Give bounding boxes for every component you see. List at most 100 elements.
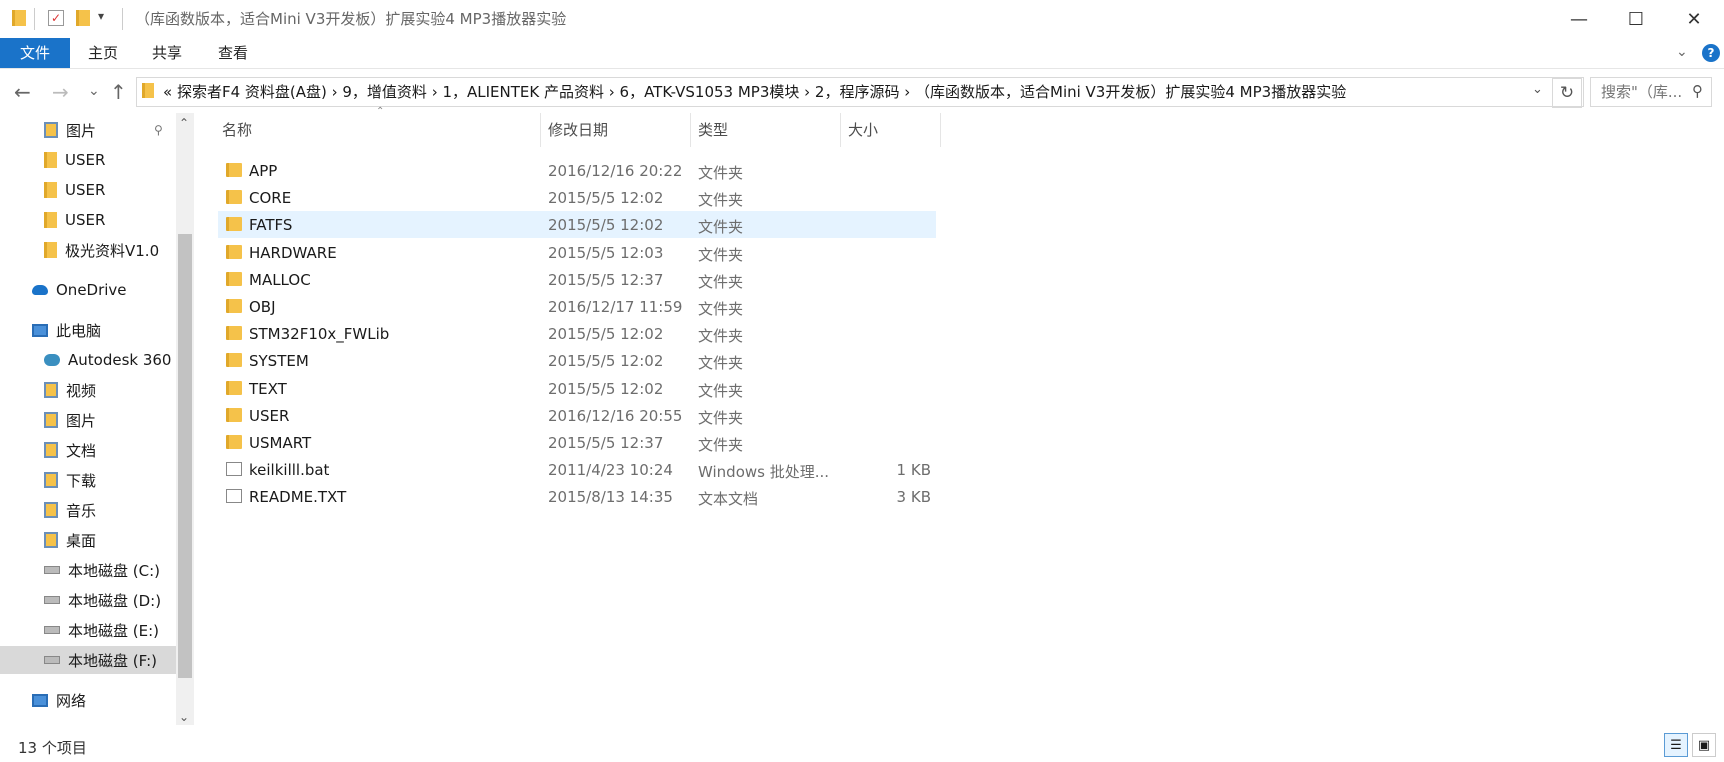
file-row[interactable]: MALLOC 2015/5/5 12:37 文件夹	[218, 266, 936, 293]
file-name: keilkilll.bat	[249, 461, 330, 480]
column-divider[interactable]	[940, 113, 941, 147]
tab-view[interactable]: 查看	[204, 38, 262, 68]
file-row[interactable]: OBJ 2016/12/17 11:59 文件夹	[218, 293, 936, 320]
nav-item[interactable]: 下载	[0, 466, 176, 494]
file-type: 文件夹	[698, 327, 744, 346]
window-title: （库函数版本，适合Mini V3开发板）扩展实验4 MP3播放器实验	[135, 10, 567, 28]
text-file-icon	[226, 489, 242, 504]
file-row[interactable]: USMART 2015/5/5 12:37 文件夹	[218, 429, 936, 456]
column-name[interactable]: 名称	[222, 113, 252, 147]
column-divider[interactable]	[690, 113, 691, 147]
nav-item[interactable]: 文档	[0, 436, 176, 464]
address-path[interactable]: « 探索者F4 资料盘(A盘) › 9，增值资料 › 1，ALIENTEK 产品…	[163, 81, 1346, 102]
file-type: 文件夹	[698, 408, 744, 427]
help-icon[interactable]: ?	[1702, 44, 1720, 62]
column-divider[interactable]	[540, 113, 541, 147]
maximize-button[interactable]: ☐	[1607, 0, 1665, 38]
folder-icon	[226, 353, 242, 368]
properties-icon[interactable]: ✓	[48, 10, 64, 26]
file-row[interactable]: STM32F10x_FWLib 2015/5/5 12:02 文件夹	[218, 320, 936, 347]
close-button[interactable]: ✕	[1665, 0, 1723, 38]
folder-icon	[226, 271, 242, 286]
file-row[interactable]: SYSTEM 2015/5/5 12:02 文件夹	[218, 347, 936, 374]
file-type: 文件夹	[698, 436, 744, 454]
address-dropdown-icon[interactable]: ⌄	[1532, 82, 1543, 97]
up-button[interactable]: ↑	[110, 80, 127, 104]
batch-file-icon	[226, 462, 242, 477]
folder-icon	[226, 217, 242, 232]
forward-button[interactable]: →	[52, 80, 69, 104]
folder-icon	[44, 242, 57, 258]
back-button[interactable]: ←	[14, 80, 31, 104]
folder-icon	[12, 10, 26, 26]
file-name: HARDWARE	[249, 243, 337, 262]
file-type: 文件夹	[698, 191, 744, 210]
nav-item[interactable]: 此电脑	[0, 316, 176, 344]
file-row[interactable]: CORE 2015/5/5 12:02 文件夹	[218, 184, 936, 211]
search-box[interactable]: ⚲	[1590, 77, 1712, 107]
nav-item[interactable]: 桌面	[0, 526, 176, 554]
column-date[interactable]: 修改日期	[548, 113, 608, 147]
column-divider[interactable]	[840, 113, 841, 147]
folder-icon	[44, 152, 57, 168]
nav-item-label: 此电脑	[56, 321, 102, 340]
ribbon-expand-icon[interactable]: ⌄	[1676, 44, 1688, 60]
nav-item[interactable]: 本地磁盘 (D:)	[0, 586, 176, 614]
nav-item[interactable]: 极光资料V1.0	[0, 236, 176, 264]
folder-icon	[44, 182, 57, 198]
pictures-icon	[44, 122, 58, 138]
nav-item[interactable]: USER	[0, 206, 176, 234]
file-row[interactable]: FATFS 2015/5/5 12:02 文件夹	[218, 211, 936, 239]
new-folder-icon[interactable]	[76, 10, 90, 26]
nav-scroll-thumb[interactable]	[178, 234, 192, 678]
details-view-icon[interactable]: ☰	[1664, 733, 1688, 757]
large-icons-view-icon[interactable]: ▣	[1692, 733, 1716, 757]
nav-item[interactable]: 网络	[0, 686, 176, 714]
tab-share[interactable]: 共享	[138, 38, 196, 68]
file-row[interactable]: HARDWARE 2015/5/5 12:03 文件夹	[218, 239, 936, 266]
column-type[interactable]: 类型	[698, 113, 728, 147]
nav-item[interactable]: USER	[0, 146, 176, 174]
file-row[interactable]: TEXT 2015/5/5 12:02 文件夹	[218, 375, 936, 402]
tab-file[interactable]: 文件	[0, 38, 70, 68]
nav-item[interactable]: 图片 ⚲	[0, 116, 176, 144]
nav-item-label: 视频	[66, 381, 97, 400]
refresh-button[interactable]: ↻	[1552, 78, 1582, 108]
tab-home[interactable]: 主页	[74, 38, 132, 68]
nav-item-label: 音乐	[66, 501, 97, 520]
file-size: 1 KB	[896, 461, 931, 480]
folder-icon	[226, 435, 242, 449]
scroll-up-icon[interactable]: ⌃	[179, 116, 189, 130]
nav-item-label: 本地磁盘 (C:)	[68, 561, 160, 580]
search-icon: ⚲	[1692, 82, 1703, 100]
nav-item[interactable]: OneDrive	[0, 276, 176, 304]
nav-item[interactable]: 本地磁盘 (E:)	[0, 616, 176, 644]
column-size[interactable]: 大小	[848, 113, 878, 147]
file-row[interactable]: USER 2016/12/16 20:55 文件夹	[218, 402, 936, 429]
file-type: 文件夹	[698, 354, 744, 373]
nav-item-label: 图片	[66, 121, 97, 140]
file-name: CORE	[249, 189, 292, 208]
autodesk-icon	[44, 354, 60, 366]
nav-item[interactable]: USER	[0, 176, 176, 204]
pin-icon[interactable]: ⚲	[154, 123, 163, 137]
nav-item[interactable]: 本地磁盘 (F:)	[0, 646, 176, 674]
downloads-icon	[44, 472, 58, 488]
nav-item[interactable]: 音乐	[0, 496, 176, 524]
minimize-button[interactable]: —	[1550, 0, 1608, 38]
nav-item[interactable]: 视频	[0, 376, 176, 404]
nav-item-label: 本地磁盘 (E:)	[68, 621, 160, 640]
scroll-down-icon[interactable]: ⌄	[179, 710, 189, 724]
recent-locations-button[interactable]: ⌄	[88, 83, 100, 99]
nav-item[interactable]: 本地磁盘 (C:)	[0, 556, 176, 584]
nav-item[interactable]: 图片	[0, 406, 176, 434]
quick-access-dropdown-icon[interactable]: ▾	[98, 9, 104, 23]
search-input[interactable]	[1599, 82, 1683, 102]
file-row[interactable]: APP 2016/12/16 20:22 文件夹	[218, 157, 936, 184]
file-row[interactable]: README.TXT 2015/8/13 14:35 文本文档 3 KB	[218, 483, 936, 510]
file-row[interactable]: keilkilll.bat 2011/4/23 10:24 Windows 批处理.…	[218, 456, 936, 483]
file-type: 文件夹	[698, 381, 744, 400]
file-name: APP	[249, 162, 278, 180]
nav-item-label: 本地磁盘 (F:)	[68, 651, 157, 670]
nav-item[interactable]: Autodesk 360	[0, 346, 176, 374]
